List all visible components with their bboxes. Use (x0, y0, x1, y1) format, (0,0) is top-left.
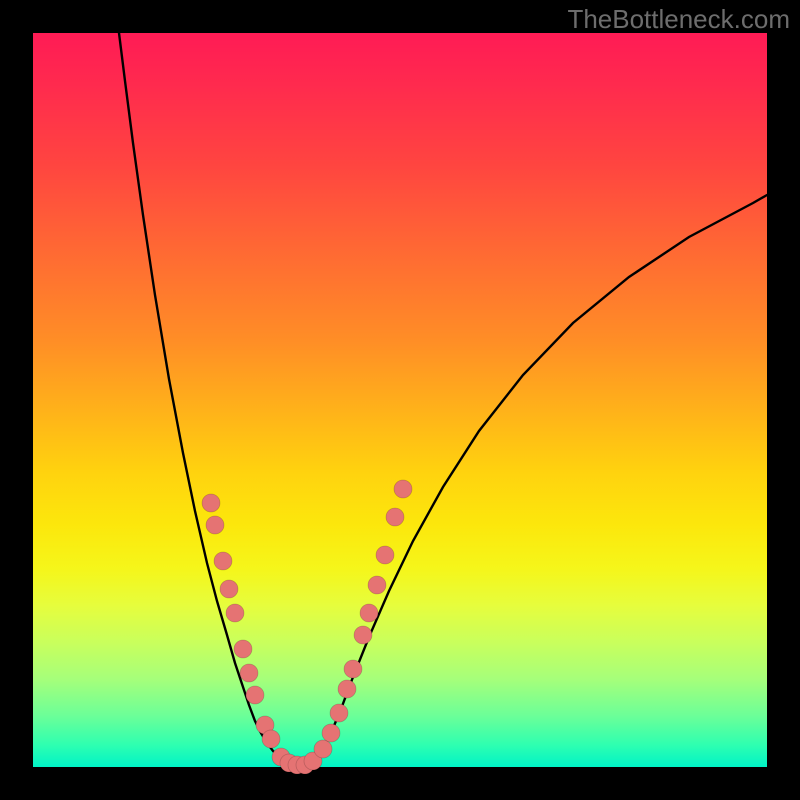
data-dot (338, 680, 356, 698)
data-dot (202, 494, 220, 512)
data-dot (240, 664, 258, 682)
data-dot (214, 552, 232, 570)
outer-frame: TheBottleneck.com (0, 0, 800, 800)
data-dot (246, 686, 264, 704)
data-dot (360, 604, 378, 622)
data-dot (376, 546, 394, 564)
data-dot (394, 480, 412, 498)
data-dot (262, 730, 280, 748)
watermark-text: TheBottleneck.com (567, 4, 790, 35)
data-dot (322, 724, 340, 742)
data-dot (344, 660, 362, 678)
data-dot (368, 576, 386, 594)
data-dot (234, 640, 252, 658)
data-dot (220, 580, 238, 598)
data-dot (206, 516, 224, 534)
data-dot (386, 508, 404, 526)
data-dots (202, 480, 412, 774)
data-dot (314, 740, 332, 758)
data-dot (330, 704, 348, 722)
chart-svg (33, 33, 767, 767)
data-dot (226, 604, 244, 622)
plot-area (33, 33, 767, 767)
bottleneck-curve (119, 33, 767, 765)
data-dot (354, 626, 372, 644)
